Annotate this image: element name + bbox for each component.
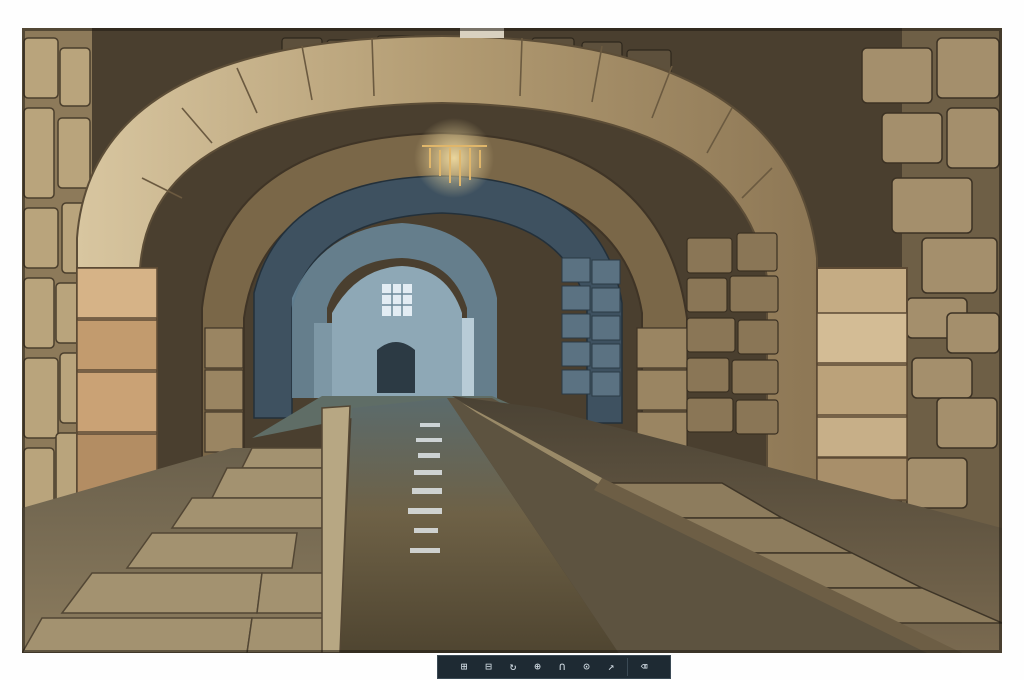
toolbar-divider <box>627 658 628 676</box>
far-doorway <box>377 342 415 393</box>
fit-icon[interactable]: ∩ <box>554 659 571 675</box>
info-icon[interactable]: ⊙ <box>578 659 595 675</box>
photo-stone-cistern-tunnel <box>22 28 1002 653</box>
delete-icon[interactable]: ⌫ <box>636 659 653 675</box>
grid-icon[interactable]: ⊞ <box>456 659 473 675</box>
right-pier <box>816 267 908 501</box>
zoom-icon[interactable]: ⊕ <box>529 659 546 675</box>
window-light <box>382 284 412 316</box>
viewer-toolbar: ⊞ ⊟ ↻ ⊕ ∩ ⊙ ↗ ⌫ <box>437 655 671 679</box>
middle-right-stonework <box>686 232 779 435</box>
lamp-glow <box>414 118 494 198</box>
previous-icon[interactable]: ⊟ <box>480 659 497 675</box>
tunnel-scene <box>22 28 1002 653</box>
far-column-right <box>462 318 474 398</box>
rotate-icon[interactable]: ↻ <box>505 659 522 675</box>
share-icon[interactable]: ↗ <box>603 659 620 675</box>
far-column-left <box>314 323 332 398</box>
image-frame: ⊞ ⊟ ↻ ⊕ ∩ ⊙ ↗ ⌫ <box>0 0 1024 680</box>
